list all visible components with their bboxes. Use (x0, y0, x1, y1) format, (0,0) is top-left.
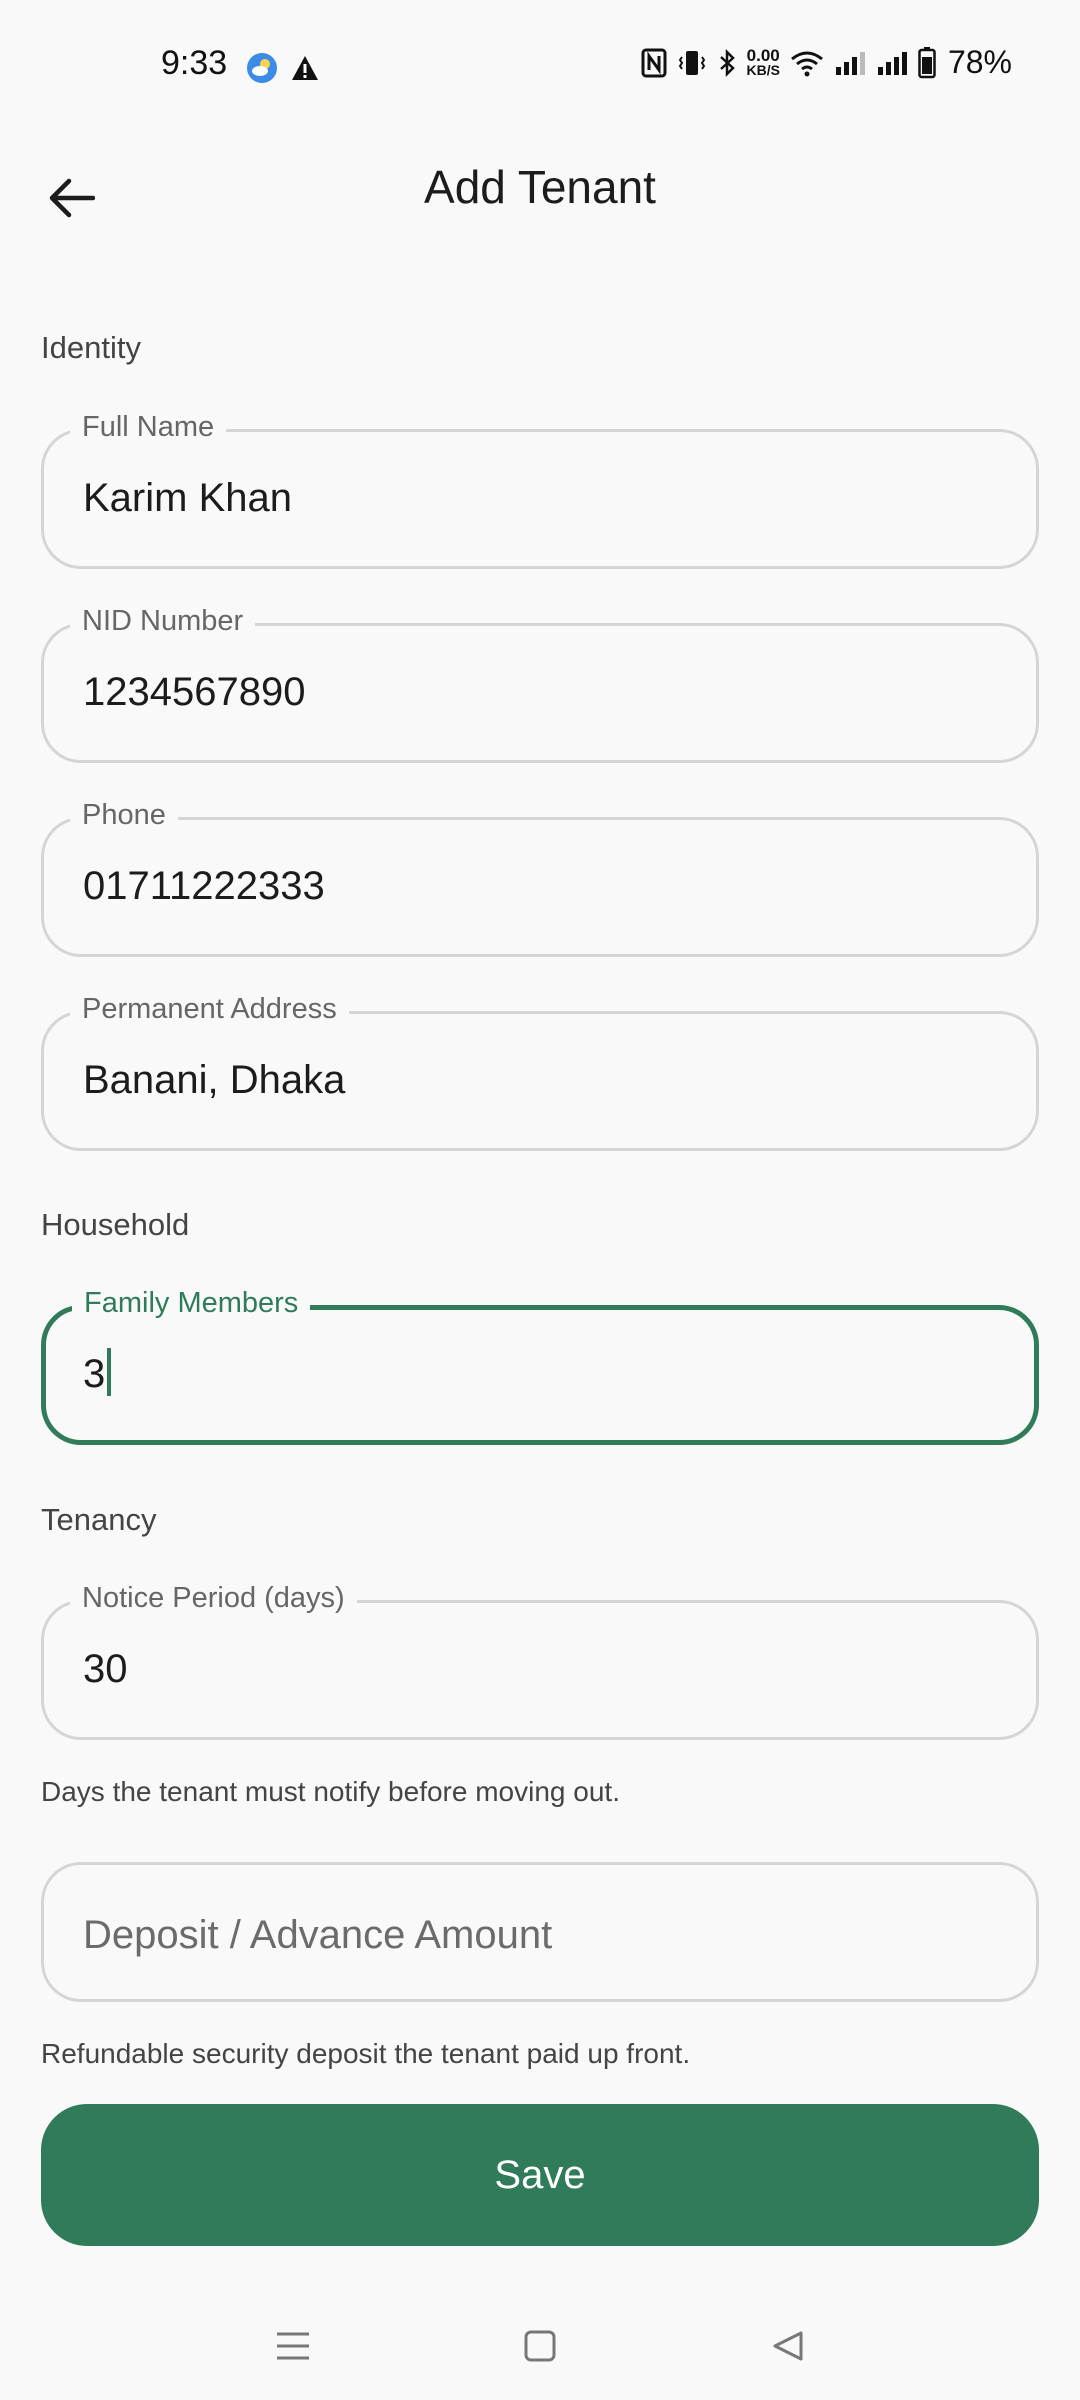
phone-label: Phone (70, 799, 178, 832)
status-icons: 0.00 KB/S 78% (641, 44, 1012, 81)
permanent-address-label: Permanent Address (70, 993, 349, 1026)
text-caret (107, 1348, 112, 1397)
deposit-helper: Refundable security deposit the tenant p… (41, 2038, 691, 2069)
permanent-address-field[interactable]: Permanent Address Banani, Dhaka (41, 993, 1039, 1151)
nid-number-field[interactable]: NID Number 1234567890 (41, 605, 1039, 763)
nid-number-value: 1234567890 (83, 670, 306, 714)
nid-number-label: NID Number (70, 605, 256, 638)
nfc-icon (641, 48, 666, 77)
section-label-identity: Identity (41, 330, 141, 365)
weather-icon (247, 53, 277, 83)
full-name-value: Karim Khan (83, 476, 292, 520)
save-button[interactable]: Save (41, 2104, 1039, 2246)
section-label-household: Household (41, 1207, 190, 1242)
recents-button[interactable] (261, 2314, 325, 2378)
status-time: 9:33 (161, 44, 228, 82)
notice-period-field[interactable]: Notice Period (days) 30 (41, 1582, 1039, 1740)
notice-period-label: Notice Period (days) (70, 1582, 357, 1615)
vibrate-icon (678, 50, 705, 75)
notice-period-helper: Days the tenant must notify before movin… (41, 1776, 620, 1807)
phone-value: 01711222333 (83, 864, 325, 908)
app-bar: Add Tenant (0, 136, 1080, 246)
triangle-back-icon (773, 2331, 803, 2361)
deposit-field[interactable]: Deposit / Advance Amount (41, 1862, 1039, 2002)
wifi-icon (791, 51, 823, 76)
permanent-address-value: Banani, Dhaka (83, 1058, 346, 1102)
page-title: Add Tenant (424, 161, 656, 213)
bluetooth-icon (719, 48, 735, 77)
menu-icon (277, 2332, 309, 2360)
full-name-label: Full Name (70, 411, 227, 444)
family-members-label: Family Members (72, 1287, 311, 1320)
home-button[interactable] (508, 2314, 572, 2378)
signal-sim2-icon (877, 51, 907, 75)
status-bar: 9:33 0.00 KB/S 78% (0, 0, 1080, 136)
family-members-value: 3 (83, 1348, 112, 1400)
network-speed: 0.00 KB/S (746, 45, 780, 78)
alert-icon (292, 56, 318, 80)
family-members-field[interactable]: Family Members 3 (41, 1287, 1039, 1445)
notice-period-value: 30 (83, 1647, 128, 1691)
deposit-placeholder: Deposit / Advance Amount (83, 1913, 553, 1957)
signal-sim1-icon (835, 51, 865, 75)
back-nav-button[interactable] (756, 2314, 820, 2378)
battery-icon (918, 46, 936, 78)
phone-field[interactable]: Phone 01711222333 (41, 799, 1039, 957)
system-nav-bar (0, 2290, 1080, 2400)
battery-percent: 78% (947, 44, 1012, 80)
square-icon (524, 2330, 556, 2362)
full-name-field[interactable]: Full Name Karim Khan (41, 411, 1039, 569)
section-label-tenancy: Tenancy (41, 1502, 157, 1537)
